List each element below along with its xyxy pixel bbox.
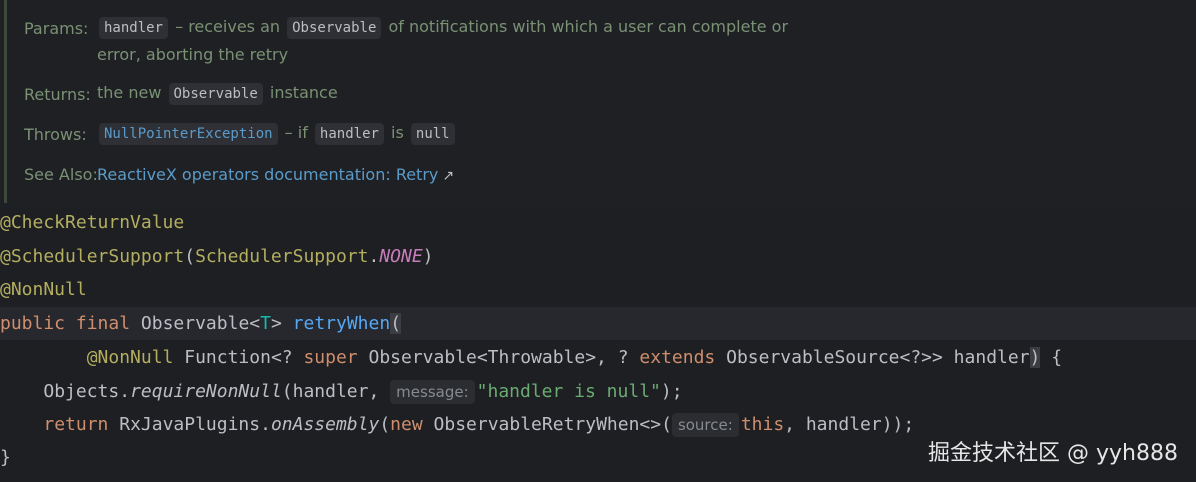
returns-observable-chip: Observable [168,83,263,105]
code-line-5[interactable]: @NonNull Function<? super Observable<Thr… [0,341,1196,374]
params-label: Params: [24,19,89,38]
paren: ( [184,246,196,267]
method-call: onAssembly [270,414,380,435]
returns-line: the new Observable instance [97,83,338,105]
seealso-link[interactable]: ReactiveX operators documentation: Retry [97,165,438,184]
type: > [270,313,282,334]
keyword: final [75,313,131,334]
parameter-hint: source: [671,413,739,437]
dot: . [368,246,380,267]
keyword: super [303,347,358,368]
string-literal: "handler is null" [476,381,661,402]
code-text: Objects. [43,381,131,402]
code-text: ObservableSource<?>> handler [715,347,1030,368]
keyword: return [43,414,109,435]
seealso-label: See Also: [24,165,98,184]
code-text: ); [660,381,683,402]
params-line-1: handler – receives an Observable of noti… [97,17,788,39]
annotation: @SchedulerSupport [0,246,185,267]
code-line-6[interactable]: Objects.requireNonNull(handler, message:… [0,375,1196,408]
annotation: @NonNull [0,279,87,300]
code-line-1[interactable]: @CheckReturnValue [0,206,1196,239]
returns-text: the new [97,83,167,102]
paren: ( [390,313,402,334]
method-call: requireNonNull [130,381,282,402]
throws-exception-link[interactable]: NullPointerException [99,123,278,145]
parameter-hint: message: [390,380,475,404]
throws-null-chip: null [410,123,455,145]
code-text: Function<? [173,347,304,368]
code-text: Observable<Throwable>, ? [357,347,640,368]
throws-line: NullPointerException – if handler is nul… [97,123,457,145]
code-line-2[interactable]: @SchedulerSupport(SchedulerSupport.NONE) [0,240,1196,273]
throws-handler-chip: handler [314,123,384,145]
keyword: extends [639,347,716,368]
code-line-4[interactable]: public final Observable<T> retryWhen( [0,307,1196,340]
code-text: (handler, [281,381,380,402]
code-text: ObservableRetryWhen<>( [422,414,672,435]
code-text: ( [379,414,391,435]
keyword: new [390,414,423,435]
throws-label: Throws: [24,125,87,144]
annotation: @CheckReturnValue [0,212,185,233]
keyword: public [0,313,66,334]
params-observable-chip: Observable [287,17,382,39]
doc-gutter-bar [4,0,7,203]
brace: } [0,447,11,468]
type-param: T [260,313,271,334]
params-handler-chip: handler [99,17,169,39]
seealso-line: ReactiveX operators documentation: Retry… [97,165,454,184]
constant: NONE [379,246,423,267]
javadoc-panel: Params: handler – receives an Observable… [0,0,1196,207]
annotation: @NonNull [86,347,174,368]
paren: ) [422,246,434,267]
brace: { [1040,347,1063,368]
returns-text: instance [264,83,338,102]
type: Observable< [140,313,261,334]
code-text: RxJavaPlugins. [108,414,271,435]
external-link-icon[interactable]: ↗ [442,168,454,184]
keyword: this [740,414,785,435]
annotation-arg: SchedulerSupport [195,246,369,267]
paren: ) [1029,347,1041,368]
params-line-2: error, aborting the retry [97,45,289,64]
code-text: , handler)); [784,414,915,435]
method-name: retryWhen [292,313,391,334]
returns-label: Returns: [24,85,91,104]
throws-text: is [385,123,409,142]
code-line-3[interactable]: @NonNull [0,273,1196,306]
params-text: of notifications with which a user can c… [383,17,789,36]
throws-text: – if [279,123,313,142]
watermark: 掘金技术社区 @ yyh888 [928,441,1178,466]
params-text: – receives an [170,17,286,36]
